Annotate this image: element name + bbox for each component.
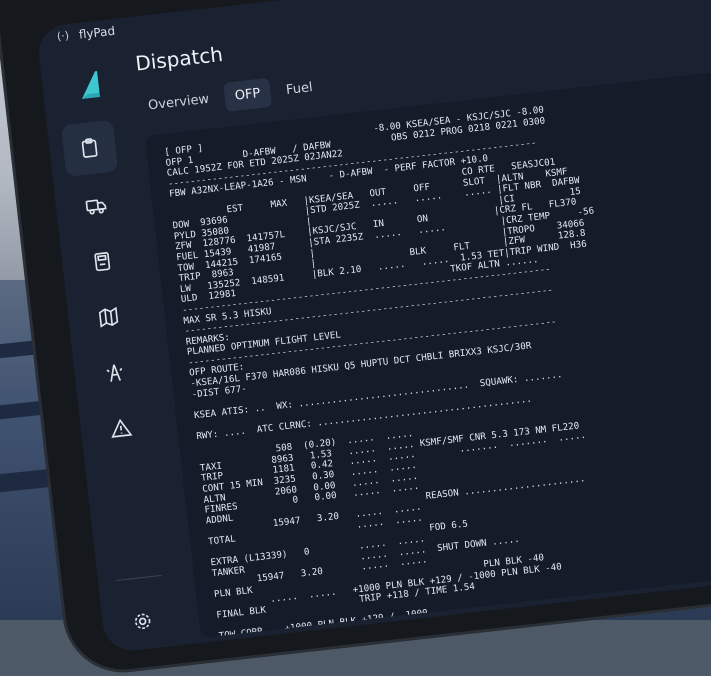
sidebar-item-dispatch[interactable]	[60, 119, 119, 178]
sidebar-item-atc[interactable]	[86, 344, 143, 401]
tab-fuel[interactable]: Fuel	[275, 72, 325, 106]
flypad-logo-icon	[82, 70, 100, 99]
app-name: flyPad	[78, 23, 116, 42]
tower-icon	[106, 364, 123, 382]
sidebar-item-performance[interactable]	[74, 233, 131, 290]
status-bar: (·) flyPad	[36, 0, 711, 55]
map-icon	[98, 306, 119, 328]
warning-icon	[111, 418, 133, 438]
tablet-screen: (·) flyPad Dispatch Overview OFP Fuel […	[35, 0, 711, 654]
tab-ofp[interactable]: OFP	[223, 77, 272, 112]
sidebar-item-ground[interactable]	[67, 177, 124, 234]
sidebar-item-navigation[interactable]	[80, 288, 137, 345]
sidebar-divider	[115, 574, 162, 582]
truck-icon	[85, 199, 107, 215]
ofp-panel[interactable]: [ OFP ] -8.00 KSEA/SEA - KSJC/SJC -8.00 …	[144, 64, 711, 638]
tab-bar: Overview OFP Fuel	[137, 72, 324, 121]
sidebar-item-failures[interactable]	[92, 400, 149, 457]
wifi-icon: (·)	[56, 28, 70, 44]
tablet-device: (·) flyPad Dispatch Overview OFP Fuel […	[0, 0, 711, 676]
ofp-text: [ OFP ] -8.00 KSEA/SEA - KSJC/SJC -8.00 …	[163, 104, 595, 638]
calculator-icon	[94, 252, 111, 272]
page-title: Dispatch	[134, 41, 225, 76]
sidebar-item-settings[interactable]	[114, 593, 171, 650]
clipboard-icon	[81, 138, 98, 158]
settings-icon	[134, 613, 151, 630]
tab-overview[interactable]: Overview	[137, 84, 221, 122]
